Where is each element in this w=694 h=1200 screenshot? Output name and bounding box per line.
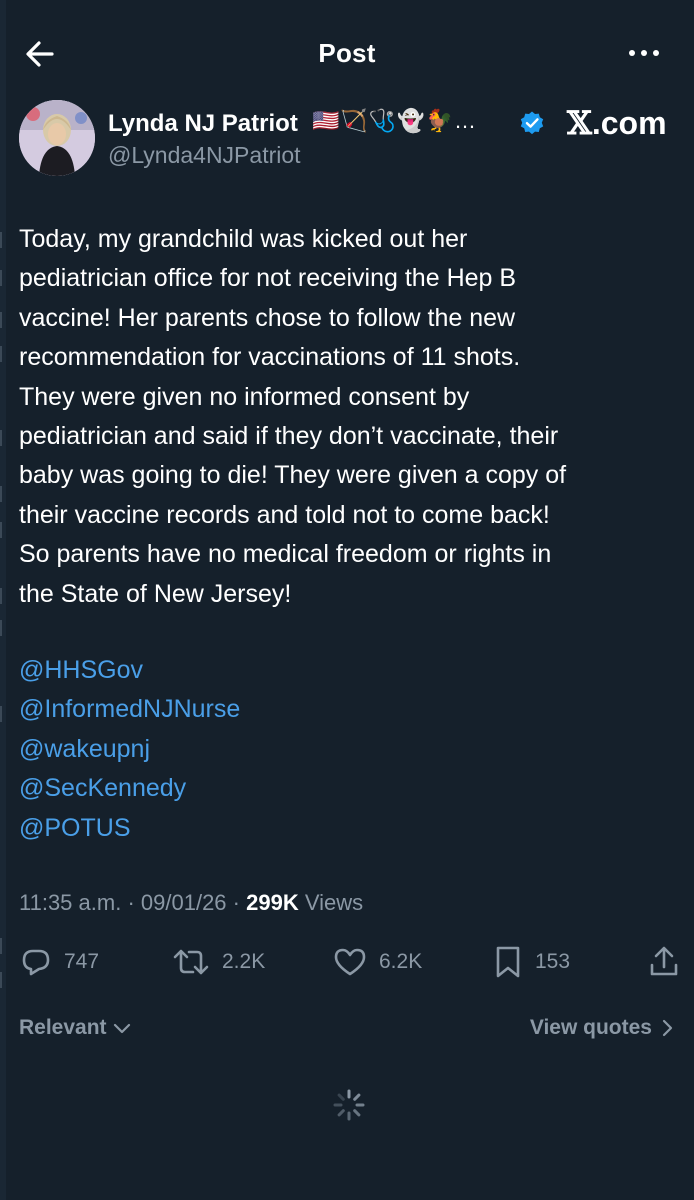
repost-count: 2.2K <box>222 950 266 973</box>
mention-link-hhsgov[interactable]: @HHSGov <box>19 651 240 690</box>
share-icon <box>650 946 678 976</box>
post-time: 11:35 a.m. <box>19 890 122 915</box>
x-logo-icon: 𝕏 <box>567 104 592 142</box>
chevron-right-icon <box>662 1019 673 1037</box>
profile-photo <box>19 100 95 176</box>
avatar[interactable] <box>19 100 95 176</box>
post-text-line: Today, my grandchild was kicked out her <box>19 225 468 253</box>
repost-button[interactable]: 2.2K <box>172 942 265 982</box>
action-bar: 747 2.2K 6.2K 153 <box>0 942 694 982</box>
post-text-line: So parents have no medical freedom or ri… <box>19 540 552 569</box>
mention-link-informednjnurse[interactable]: @InformedNJNurse <box>19 690 240 729</box>
reply-count: 747 <box>64 950 100 973</box>
verified-badge-icon <box>520 111 544 135</box>
author-handle[interactable]: @Lynda4NJPatriot <box>108 142 301 169</box>
mention-link-potus[interactable]: @POTUS <box>19 809 240 848</box>
post-text-line: pediatrician office for not receiving th… <box>19 264 517 293</box>
page-title: Post <box>318 38 376 68</box>
meta-separator: · <box>127 890 141 915</box>
reply-sort-dropdown[interactable]: Relevant <box>19 1016 133 1040</box>
background-page-edge <box>0 0 6 1200</box>
post-text-line: They were given no informed consent by <box>19 382 470 411</box>
post-date: 09/01/26 <box>140 890 227 915</box>
heart-icon <box>334 948 366 976</box>
post-text-line: recommendation for vaccinations of 11 sh… <box>19 343 521 372</box>
reply-button[interactable]: 747 <box>20 942 99 982</box>
like-button[interactable]: 6.2K <box>333 942 422 982</box>
bookmark-count: 153 <box>535 950 571 973</box>
mention-link-wakeupnj[interactable]: @wakeupnj <box>19 730 240 769</box>
reply-sort-label: Relevant <box>19 1016 107 1039</box>
share-button[interactable] <box>648 942 680 982</box>
view-quotes-link[interactable]: View quotes <box>530 1016 676 1040</box>
views-count[interactable]: 299K <box>246 890 299 915</box>
like-count: 6.2K <box>379 950 423 973</box>
post-text-line: pediatrician and said if they don’t vacc… <box>19 422 559 451</box>
post-meta: 11:35 a.m. · 09/01/26 · 299K Views <box>19 890 363 916</box>
mention-link-seckennedy[interactable]: @SecKennedy <box>19 769 240 808</box>
bookmark-icon <box>496 946 520 978</box>
bookmark-button[interactable]: 153 <box>493 942 570 982</box>
post-text-line: vaccine! Her parents chose to follow the… <box>19 303 516 332</box>
mention-list: @HHSGov @InformedNJNurse @wakeupnj @SecK… <box>19 651 240 848</box>
author-display-name[interactable]: Lynda NJ Patriot <box>108 110 298 138</box>
view-quotes-label: View quotes <box>529 1016 652 1039</box>
watermark-domain: .com <box>591 105 667 141</box>
post-text: Today, my grandchild was kicked out her … <box>19 220 679 614</box>
meta-separator: · <box>232 890 247 915</box>
author-name-emojis: 🇺🇸🏹🩺👻🐓… <box>312 108 477 133</box>
more-options-button[interactable] <box>624 38 664 68</box>
more-horizontal-icon <box>629 50 659 56</box>
repost-icon <box>173 949 209 975</box>
post-text-line: their vaccine records and told not to co… <box>19 500 550 529</box>
post-text-line: baby was going to die! They were given a… <box>19 461 567 490</box>
x-com-watermark: 𝕏.com <box>567 104 667 142</box>
views-label: Views <box>304 890 364 915</box>
reply-icon <box>22 949 50 976</box>
loading-spinner-icon <box>333 1089 365 1121</box>
chevron-down-icon <box>113 1023 130 1034</box>
post-page: Post Lynda NJ Patriot 🇺🇸🏹🩺👻🐓… @Lynda4NJP… <box>0 0 694 1200</box>
post-text-line: the State of New Jersey! <box>19 579 292 608</box>
top-bar: Post <box>0 0 694 98</box>
